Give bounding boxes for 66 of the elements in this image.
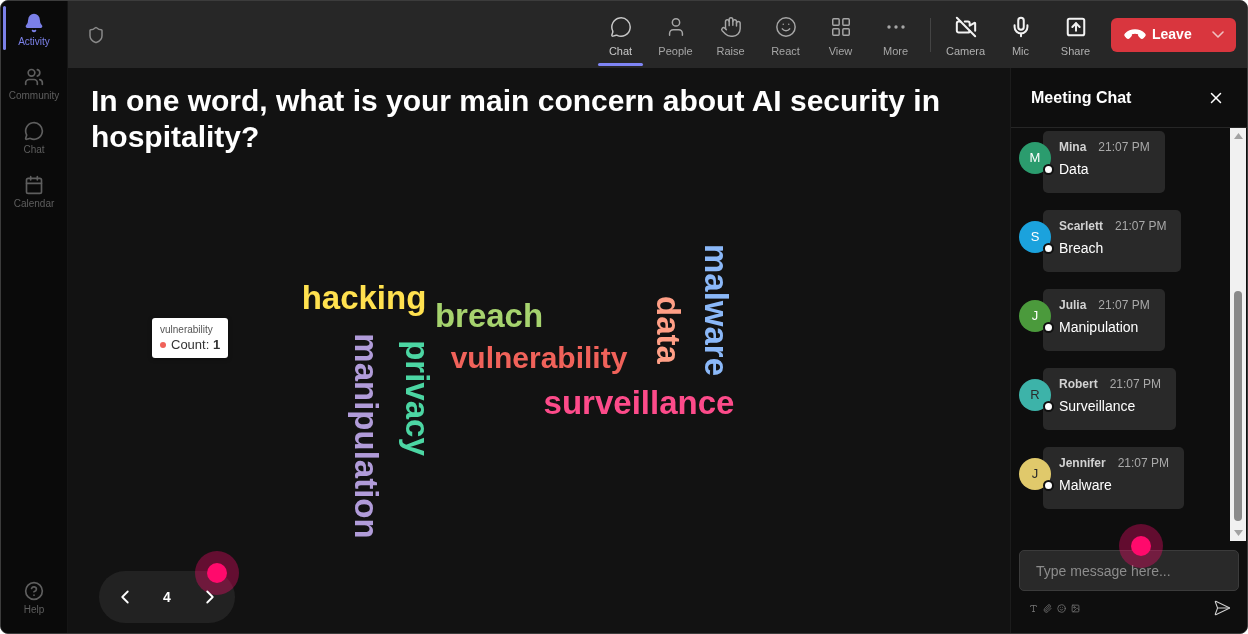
message-text: Malware <box>1059 476 1113 494</box>
smiley-icon <box>774 16 797 38</box>
help-icon <box>24 580 44 601</box>
author-name: Julia <box>1059 298 1087 312</box>
message-text: Data <box>1059 160 1090 178</box>
hand-icon <box>719 16 742 38</box>
device-button[interactable]: Camera <box>938 1 993 68</box>
sidebar-item[interactable]: Activity <box>1 3 67 57</box>
author-name: Scarlett <box>1059 219 1104 233</box>
cloud-word: breach <box>434 298 544 332</box>
scrollbar-thumb[interactable] <box>1234 291 1242 521</box>
toolbar-button[interactable]: People <box>648 1 703 68</box>
people-icon <box>24 66 44 87</box>
scroll-down-arrow-icon[interactable] <box>1233 530 1243 536</box>
message-text: Manipulation <box>1059 318 1140 336</box>
cloud-word: data <box>651 296 685 364</box>
image-icon[interactable] <box>1071 603 1080 613</box>
author-name: Robert <box>1059 377 1098 391</box>
message-text: Breach <box>1059 239 1105 257</box>
scroll-up-arrow-icon[interactable] <box>1233 133 1243 139</box>
tooltip-count: Count: 1 <box>171 337 221 353</box>
toolbar-button[interactable]: Chat <box>593 1 648 68</box>
question-title: In one word, what is your main concern about AI security in hospitality? <box>91 83 942 155</box>
toolbar-button[interactable]: More <box>868 1 923 68</box>
grid-icon <box>829 16 852 38</box>
avatar: J <box>1019 458 1051 490</box>
device-button[interactable]: Share <box>1048 1 1103 68</box>
chat-bubble-icon <box>24 120 44 141</box>
device-button[interactable]: Mic <box>993 1 1048 68</box>
paperclip-icon[interactable] <box>1043 603 1052 613</box>
camera-off-icon <box>954 16 977 38</box>
toolbar-button[interactable]: React <box>758 1 813 68</box>
chat-bubble-icon <box>609 16 632 38</box>
leave-button[interactable]: Leave <box>1111 17 1236 52</box>
message-text: Surveillance <box>1059 397 1137 415</box>
toolbar-button[interactable]: Raise <box>703 1 758 68</box>
page-number: 4 <box>162 587 172 607</box>
message-time: 21:07 PM <box>1098 140 1150 154</box>
format-icon[interactable] <box>1029 603 1038 613</box>
bell-icon <box>24 12 44 33</box>
more-icon <box>886 25 905 29</box>
toolbar-button[interactable]: View <box>813 1 868 68</box>
cloud-word: privacy <box>400 340 434 456</box>
send-icon[interactable] <box>1213 599 1231 617</box>
chevron-down-icon <box>1212 31 1224 38</box>
click-marker-icon <box>195 551 239 595</box>
message-time: 21:07 PM <box>1109 377 1162 391</box>
share-icon <box>1064 16 1087 38</box>
active-indicator <box>598 63 643 66</box>
cloud-word: vulnerability <box>450 343 628 373</box>
calendar-icon <box>24 174 44 195</box>
message-time: 21:07 PM <box>1115 219 1167 233</box>
message-time: 21:07 PM <box>1117 456 1170 470</box>
smiley-icon[interactable] <box>1057 603 1066 613</box>
shield-icon[interactable] <box>87 25 105 44</box>
cloud-word: surveillance <box>543 385 735 419</box>
tooltip-title: vulnerability <box>160 324 214 336</box>
cloud-word: malware <box>699 243 733 377</box>
cloud-word: manipulation <box>349 333 383 539</box>
active-indicator <box>3 6 6 50</box>
message-input[interactable]: Type message here... <box>1019 550 1239 591</box>
chat-title: Meeting Chat <box>1031 87 1132 108</box>
message-time: 21:07 PM <box>1098 298 1150 312</box>
author-name: Mina <box>1059 140 1087 154</box>
author-name: Jennifer <box>1059 456 1106 470</box>
cloud-word: hacking <box>301 280 427 314</box>
